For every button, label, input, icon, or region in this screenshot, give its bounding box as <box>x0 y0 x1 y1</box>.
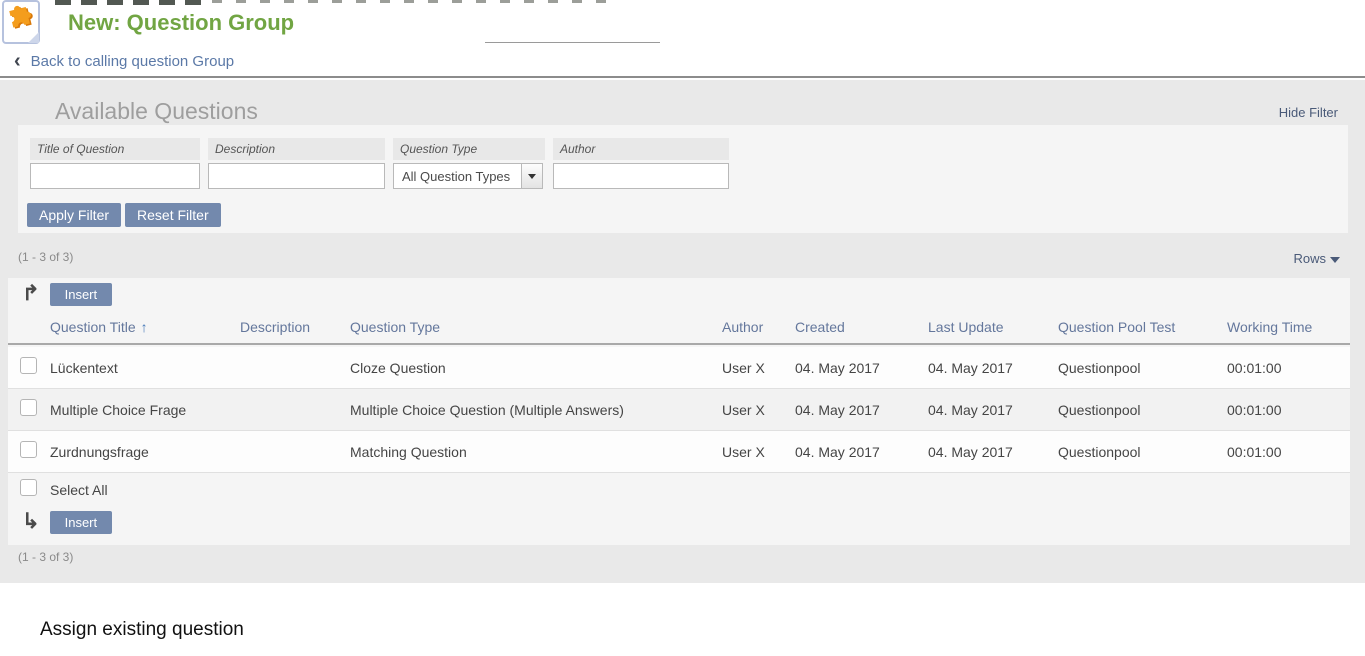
column-header-last-update[interactable]: Last Update <box>928 319 1058 335</box>
available-questions-section: Available Questions Hide Filter Title of… <box>0 80 1365 583</box>
question-type-selected-value: All Question Types <box>394 169 521 184</box>
hide-filter-link[interactable]: Hide Filter <box>1279 105 1338 120</box>
cell-last-update: 04. May 2017 <box>928 444 1058 460</box>
table-header-row: Question Title↑ Description Question Typ… <box>8 310 1350 345</box>
filter-field-title: Title of Question <box>30 138 200 189</box>
row-checkbox[interactable] <box>20 399 37 416</box>
cell-created: 04. May 2017 <box>795 360 928 376</box>
filter-label-description: Description <box>208 138 385 160</box>
arrow-down-right-icon: ↳ <box>22 512 40 532</box>
table-body: Lückentext Cloze Question User X 04. May… <box>8 347 1350 473</box>
cell-working-time: 00:01:00 <box>1227 444 1350 460</box>
cell-question-type: Cloze Question <box>350 360 722 376</box>
row-checkbox[interactable] <box>20 441 37 458</box>
select-all-label: Select All <box>50 482 240 498</box>
insert-top-button[interactable]: Insert <box>50 283 113 306</box>
bottom-area: Assign existing question <box>0 583 1365 656</box>
back-link-label: Back to calling question Group <box>31 53 234 70</box>
arrow-up-right-icon: ↱ <box>22 284 40 304</box>
filter-label-author: Author <box>553 138 729 160</box>
title-of-question-input[interactable] <box>30 163 200 189</box>
filter-label-question-type: Question Type <box>393 138 545 160</box>
column-header-author[interactable]: Author <box>722 319 795 335</box>
table-row: Lückentext Cloze Question User X 04. May… <box>8 347 1350 389</box>
filter-field-description: Description <box>208 138 385 189</box>
chevron-down-icon <box>528 174 536 179</box>
table-row: Zurdnungsfrage Matching Question User X … <box>8 431 1350 473</box>
author-input[interactable] <box>553 163 729 189</box>
cell-working-time: 00:01:00 <box>1227 402 1350 418</box>
select-all-row: Select All <box>8 474 1350 506</box>
cell-question-title: Multiple Choice Frage <box>50 402 240 418</box>
cell-working-time: 00:01:00 <box>1227 360 1350 376</box>
clipped-text-fragment <box>55 0 205 5</box>
cell-question-pool-test: Questionpool <box>1058 360 1227 376</box>
cell-author: User X <box>722 360 795 376</box>
column-header-working-time[interactable]: Working Time <box>1227 319 1350 335</box>
table-row: Multiple Choice Frage Multiple Choice Qu… <box>8 389 1350 431</box>
result-range-bottom: (1 - 3 of 3) <box>18 550 73 564</box>
divider-segment <box>485 42 660 43</box>
assign-existing-question-caption: Assign existing question <box>40 619 244 641</box>
page-title: New: Question Group <box>68 10 294 36</box>
cell-last-update: 04. May 2017 <box>928 360 1058 376</box>
header-divider <box>0 76 1365 78</box>
questions-table: ↱ Insert Question Title↑ Description Que… <box>8 278 1350 545</box>
row-checkbox[interactable] <box>20 357 37 374</box>
select-dropdown-button[interactable] <box>521 164 542 188</box>
rows-dropdown-label: Rows <box>1293 251 1326 266</box>
column-header-created[interactable]: Created <box>795 319 928 335</box>
folded-corner <box>28 32 39 43</box>
sort-ascending-icon: ↑ <box>141 319 148 335</box>
cell-created: 04. May 2017 <box>795 402 928 418</box>
cell-question-title: Zurdnungsfrage <box>50 444 240 460</box>
filter-field-question-type: Question Type All Question Types <box>393 138 545 189</box>
insert-top-row: ↱ Insert <box>8 278 1350 310</box>
filter-label-title: Title of Question <box>30 138 200 160</box>
checkbox-cell <box>8 357 50 379</box>
result-range-top: (1 - 3 of 3) <box>18 250 73 264</box>
question-group-icon <box>2 0 40 44</box>
column-header-description[interactable]: Description <box>240 319 350 335</box>
question-type-select[interactable]: All Question Types <box>393 163 543 189</box>
apply-filter-button[interactable]: Apply Filter <box>27 203 121 227</box>
filter-buttons: Apply Filter Reset Filter <box>27 203 221 227</box>
clipped-text-fragment <box>212 0 620 3</box>
insert-bottom-button[interactable]: Insert <box>50 511 113 534</box>
cell-author: User X <box>722 444 795 460</box>
filter-field-author: Author <box>553 138 729 189</box>
rows-dropdown[interactable]: Rows <box>1293 251 1340 266</box>
cell-question-pool-test: Questionpool <box>1058 402 1227 418</box>
cell-question-type: Multiple Choice Question (Multiple Answe… <box>350 402 722 418</box>
cell-question-title: Lückentext <box>50 360 240 376</box>
column-header-question-pool-test[interactable]: Question Pool Test <box>1058 319 1227 335</box>
back-chevron-icon: ‹ <box>14 52 21 70</box>
back-link[interactable]: ‹ Back to calling question Group <box>14 50 234 72</box>
cell-author: User X <box>722 402 795 418</box>
description-input[interactable] <box>208 163 385 189</box>
top-header: New: Question Group ‹ Back to calling qu… <box>0 0 1365 80</box>
checkbox-cell <box>8 441 50 463</box>
cell-last-update: 04. May 2017 <box>928 402 1058 418</box>
checkbox-cell <box>8 479 50 501</box>
select-all-checkbox[interactable] <box>20 479 37 496</box>
cell-question-pool-test: Questionpool <box>1058 444 1227 460</box>
chevron-down-icon <box>1330 257 1340 263</box>
cell-created: 04. May 2017 <box>795 444 928 460</box>
insert-bottom-row: ↳ Insert <box>8 506 1350 538</box>
section-heading: Available Questions <box>55 98 258 125</box>
column-header-question-title[interactable]: Question Title↑ <box>50 319 240 335</box>
checkbox-cell <box>8 399 50 421</box>
cell-question-type: Matching Question <box>350 444 722 460</box>
reset-filter-button[interactable]: Reset Filter <box>125 203 221 227</box>
column-header-question-type[interactable]: Question Type <box>350 319 722 335</box>
filter-panel: Title of Question Description Question T… <box>18 125 1348 233</box>
